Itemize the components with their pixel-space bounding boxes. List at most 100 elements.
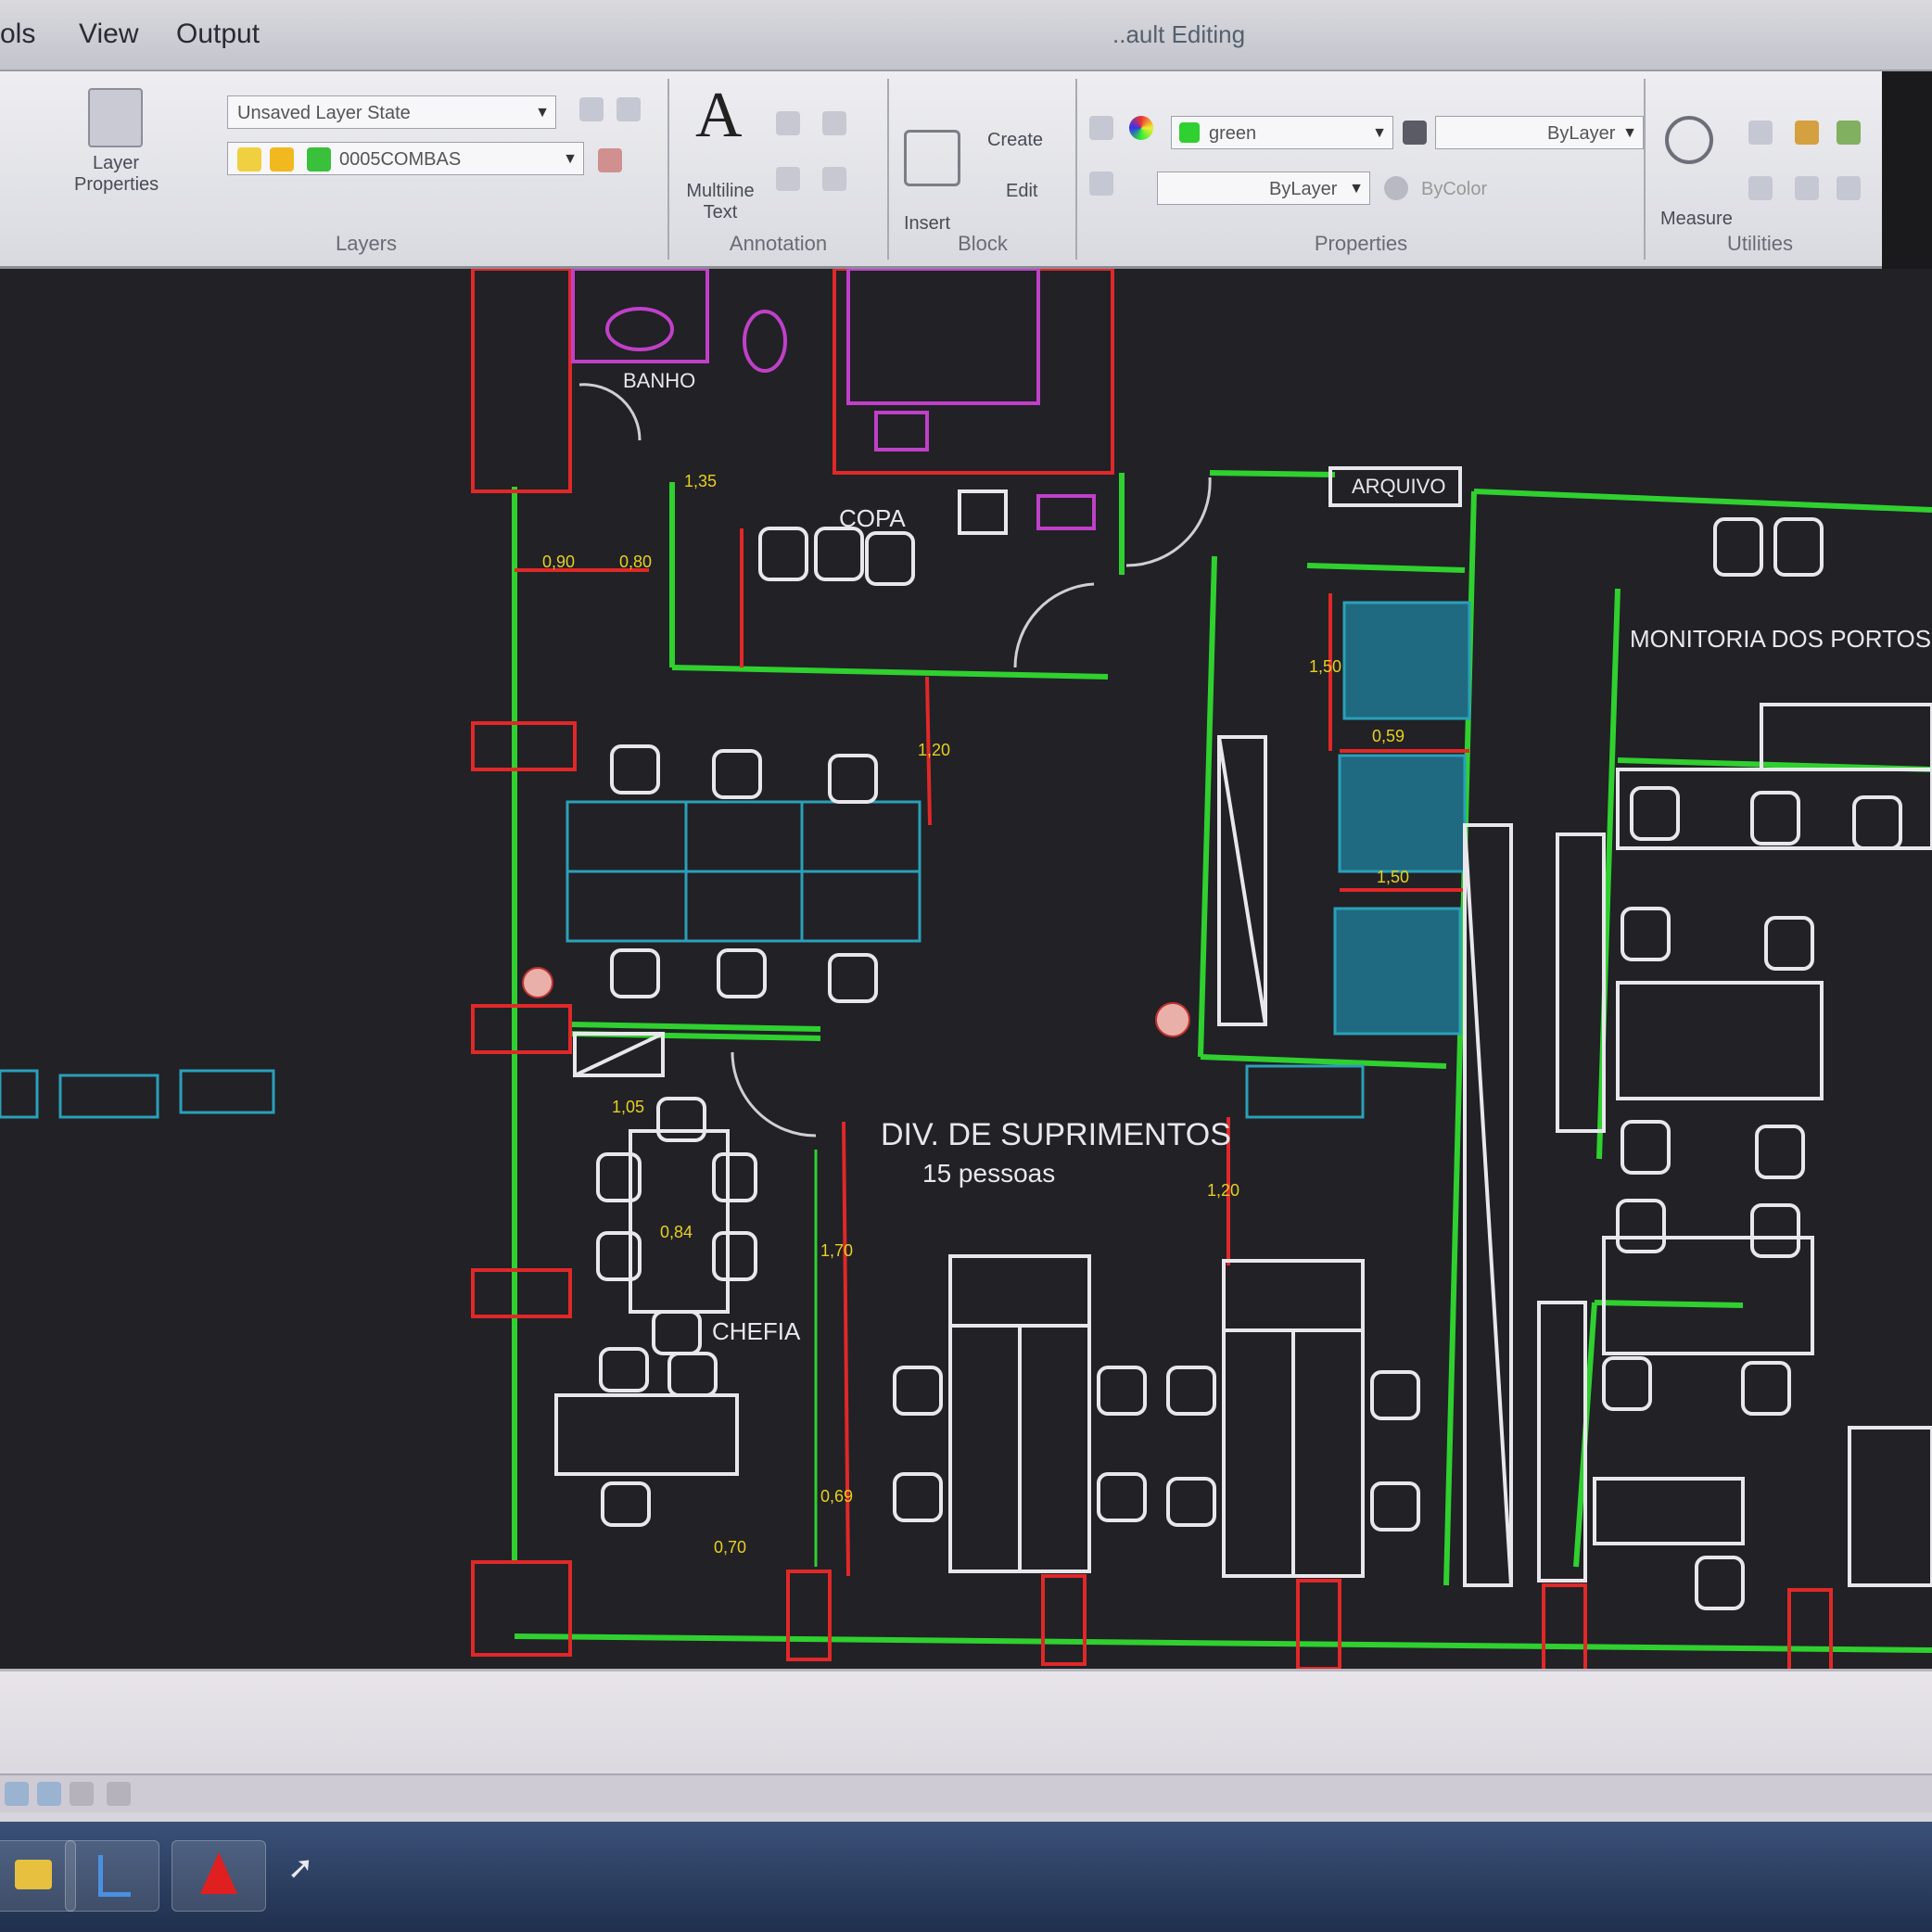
layer-tool-icon[interactable] (579, 97, 604, 121)
model-icon[interactable] (5, 1782, 29, 1806)
dimension-icon[interactable] (822, 111, 846, 135)
layer-state-combo[interactable]: Unsaved Layer State ▼ (227, 95, 556, 129)
chair-icon[interactable] (1630, 786, 1680, 841)
layer-tool-icon[interactable] (598, 148, 622, 172)
chair-icon[interactable] (610, 744, 660, 794)
chair-icon[interactable] (1370, 1370, 1420, 1420)
layout-icon[interactable] (37, 1782, 61, 1806)
manager-desk[interactable] (554, 1393, 739, 1476)
chair-icon[interactable] (712, 749, 762, 799)
taskbar-network-button[interactable] (65, 1840, 159, 1912)
chair-icon[interactable] (1750, 791, 1800, 845)
chair-icon[interactable] (656, 1097, 706, 1142)
shelving-unit[interactable] (1556, 833, 1606, 1133)
utility-tool-icon[interactable] (1748, 176, 1773, 200)
current-layer-combo[interactable]: 0005COMBAS ▼ (227, 142, 584, 175)
folder-icon (15, 1860, 52, 1889)
chair-icon[interactable] (1097, 1366, 1147, 1416)
utility-tool-icon[interactable] (1837, 176, 1861, 200)
chair-icon[interactable] (758, 527, 808, 581)
chair-icon[interactable] (1741, 1361, 1791, 1416)
text-icon[interactable]: A (695, 79, 743, 153)
chair-icon[interactable] (1750, 1203, 1800, 1258)
chair-icon[interactable] (1166, 1477, 1216, 1527)
list-icon[interactable] (1089, 172, 1113, 196)
desk[interactable] (58, 1074, 159, 1119)
multiline-text-label[interactable]: Multiline Text (679, 181, 762, 223)
meeting-table[interactable] (629, 1129, 730, 1314)
leader-icon[interactable] (822, 167, 846, 191)
chair-icon[interactable] (1097, 1472, 1147, 1522)
chair-icon[interactable] (1713, 517, 1763, 577)
chair-icon[interactable] (1166, 1366, 1216, 1416)
layout-icon[interactable] (107, 1782, 131, 1806)
measure-label[interactable]: Measure (1660, 209, 1733, 230)
desk[interactable] (1848, 1426, 1932, 1587)
text-style-icon[interactable] (776, 111, 800, 135)
chair-icon[interactable] (712, 1231, 757, 1281)
chair-icon[interactable] (610, 948, 660, 998)
chair-icon[interactable] (1773, 517, 1824, 577)
desk-row[interactable] (1616, 981, 1824, 1100)
insert-icon[interactable] (904, 130, 960, 186)
chair-icon[interactable] (599, 1347, 649, 1392)
chair-icon[interactable] (652, 1310, 702, 1355)
desk[interactable] (1245, 1064, 1365, 1119)
archive-shelf[interactable] (1338, 754, 1467, 873)
chair-icon[interactable] (1621, 907, 1671, 961)
match-properties-icon[interactable] (1089, 116, 1113, 140)
chair-icon[interactable] (596, 1231, 642, 1281)
desk-row[interactable] (1616, 768, 1932, 850)
color-wheel-icon[interactable] (1129, 116, 1153, 140)
chair-icon[interactable] (1370, 1481, 1420, 1532)
chair-icon[interactable] (667, 1352, 718, 1397)
chair-icon[interactable] (828, 754, 878, 804)
chair-icon[interactable] (1616, 1199, 1666, 1253)
table-icon[interactable] (776, 167, 800, 191)
menu-tools[interactable]: ols (0, 19, 35, 50)
layer-properties-label[interactable]: Layer Properties (74, 153, 159, 196)
chair-icon[interactable] (1602, 1356, 1652, 1411)
chair-icon[interactable] (601, 1481, 651, 1527)
taskbar-autocad-button[interactable] (172, 1840, 266, 1912)
appliance-icon[interactable] (958, 489, 1008, 535)
utility-tool-icon[interactable] (1795, 121, 1819, 145)
utility-tool-icon[interactable] (1795, 176, 1819, 200)
linetype-combo[interactable]: ByLayer ▼ (1157, 172, 1370, 205)
color-combo[interactable]: green ▼ (1171, 116, 1393, 149)
chair-icon[interactable] (893, 1366, 943, 1416)
plotstyle-value[interactable]: ByColor (1421, 179, 1487, 200)
chair-icon[interactable] (1852, 795, 1902, 850)
chair-icon[interactable] (1764, 916, 1814, 971)
edit-block-button[interactable]: Edit (1006, 181, 1037, 202)
layout-icon[interactable] (70, 1782, 94, 1806)
chair-icon[interactable] (717, 948, 767, 998)
lineweight-combo[interactable]: ByLayer ▼ (1435, 116, 1644, 149)
chair-icon[interactable] (1621, 1120, 1671, 1175)
chair-icon[interactable] (712, 1152, 757, 1202)
magnifier-icon[interactable] (1665, 116, 1713, 164)
utility-tool-icon[interactable] (1748, 121, 1773, 145)
chair-icon[interactable] (596, 1152, 642, 1202)
floor-plan[interactable]: BANHO COPA MONITORIA DOS PORTOS DIV. DE … (0, 269, 1932, 1669)
layer-tool-icon[interactable] (616, 97, 641, 121)
menu-output[interactable]: Output (176, 19, 260, 50)
create-block-button[interactable]: Create (987, 130, 1043, 151)
chair-icon[interactable] (828, 953, 878, 1003)
desk[interactable] (179, 1069, 275, 1114)
menu-view[interactable]: View (79, 19, 138, 50)
chair-icon[interactable] (814, 527, 864, 581)
archive-shelf[interactable] (1333, 907, 1462, 1036)
desk[interactable] (0, 1069, 39, 1119)
chair-icon[interactable] (865, 531, 915, 586)
utility-tool-icon[interactable] (1837, 121, 1861, 145)
command-line-area[interactable] (0, 1669, 1932, 1824)
desk[interactable] (1593, 1477, 1745, 1545)
chair-icon[interactable] (893, 1472, 943, 1522)
desk[interactable] (1760, 703, 1932, 771)
drawing-canvas[interactable]: BANHO COPA MONITORIA DOS PORTOS DIV. DE … (0, 269, 1932, 1669)
chair-icon[interactable] (1755, 1125, 1805, 1179)
archive-shelf[interactable] (1342, 601, 1471, 720)
layer-properties-icon[interactable] (88, 88, 143, 147)
chair-icon[interactable] (1695, 1556, 1745, 1610)
